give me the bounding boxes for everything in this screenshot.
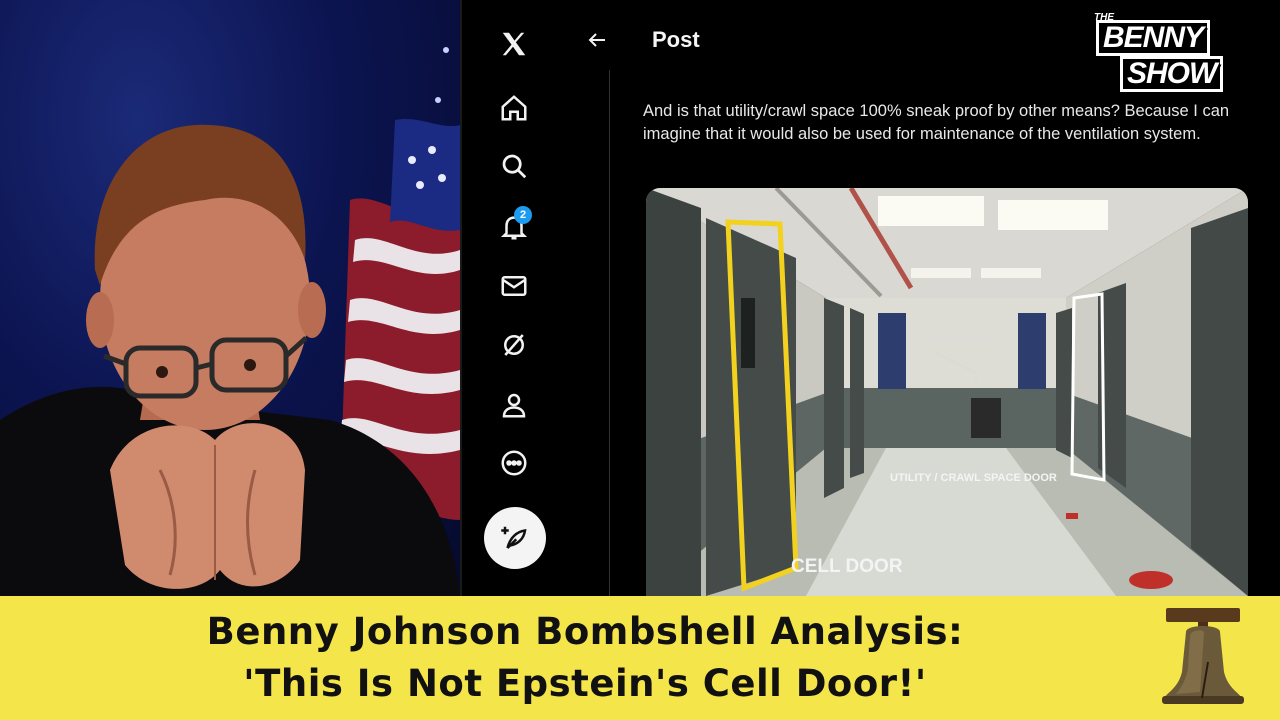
post-body-text: And is that utility/crawl space 100% sne… [643,102,1230,143]
caption-line-2: 'This Is Not Epstein's Cell Door!' [243,662,927,705]
more-options-icon[interactable] [498,447,530,479]
post-image-jail-corridor[interactable]: BROKEN CAMERA UTILITY / CRAWL SPACE DOOR… [646,188,1248,596]
grok-icon[interactable] [498,329,530,361]
presenter-illustration [0,47,460,596]
compose-post-button[interactable] [484,507,546,569]
messages-envelope-icon[interactable] [498,270,530,302]
presenter-video [0,0,460,596]
column-divider [609,70,610,596]
caption-banner: Benny Johnson Bombshell Analysis: 'This … [0,596,1280,720]
home-icon[interactable] [498,92,530,124]
post-title: Post [652,27,700,52]
logo-show-text: SHOW [1120,56,1224,92]
x-logo-icon[interactable] [498,28,530,60]
broken-camera-label: BROKEN CAMERA [936,336,990,342]
logo-benny-text: BENNY [1096,20,1211,56]
liberty-bell-icon [1162,608,1244,704]
feather-plus-icon [501,526,527,549]
profile-icon[interactable] [498,389,530,421]
benny-show-logo: THE BENNY SHOW [1094,12,1254,104]
notification-count-badge: 2 [514,206,532,224]
x-sidebar-nav: 2 [462,0,572,596]
search-icon[interactable] [498,150,530,182]
back-arrow-icon[interactable] [582,25,612,55]
crawl-space-door-label: UTILITY / CRAWL SPACE DOOR [890,472,1057,484]
caption-text: Benny Johnson Bombshell Analysis: 'This … [0,606,1170,710]
caption-line-1: Benny Johnson Bombshell Analysis: [206,610,964,653]
post-header: Post [582,20,700,60]
cell-door-label: CELL DOOR [791,556,903,577]
corridor-photo [646,188,1248,596]
